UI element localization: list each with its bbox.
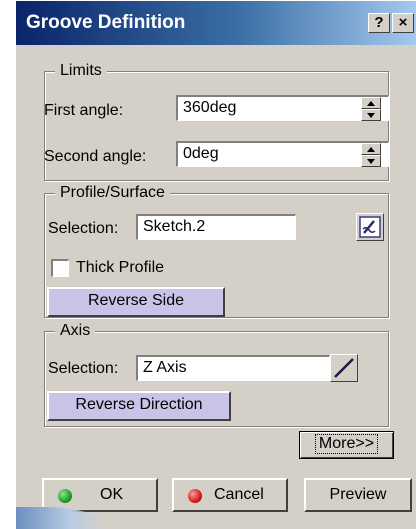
arrow-down-icon <box>367 159 375 164</box>
spin-up-button[interactable] <box>361 143 381 155</box>
first-angle-spinner[interactable] <box>361 97 381 121</box>
spin-down-button[interactable] <box>361 109 381 121</box>
more-button-label: More>> <box>314 434 379 454</box>
spin-down-button[interactable] <box>361 155 381 167</box>
profile-surface-legend: Profile/Surface <box>55 183 170 203</box>
cancel-dot-icon <box>188 489 202 503</box>
cancel-button[interactable]: Cancel <box>172 478 288 512</box>
profile-selection-label: Selection: <box>48 220 119 237</box>
ok-dot-icon <box>58 489 72 503</box>
close-button[interactable]: × <box>392 13 414 33</box>
ok-label: OK <box>100 486 124 503</box>
groove-definition-dialog: Groove Definition ? × Limits First angle… <box>14 0 416 529</box>
first-angle-label: First angle: <box>44 102 124 119</box>
second-angle-label: Second angle: <box>44 148 147 165</box>
limits-legend: Limits <box>55 61 107 81</box>
axis-legend: Axis <box>55 321 96 341</box>
more-button[interactable]: More>> <box>299 431 394 459</box>
spin-up-button[interactable] <box>361 97 381 109</box>
sketch-edit-icon <box>359 216 381 238</box>
profile-selection-field[interactable]: Sketch.2 <box>136 214 296 240</box>
line-axis-icon <box>334 358 354 378</box>
arrow-up-icon <box>367 101 375 106</box>
preview-button[interactable]: Preview <box>304 478 412 512</box>
help-button[interactable]: ? <box>368 13 390 33</box>
thick-profile-checkbox[interactable] <box>51 259 69 277</box>
axis-selection-label: Selection: <box>48 360 119 377</box>
title-bar[interactable]: Groove Definition ? × <box>16 1 416 45</box>
window-title: Groove Definition <box>26 12 186 33</box>
second-angle-field[interactable]: 0deg <box>176 141 389 167</box>
thick-profile-label: Thick Profile <box>76 259 165 276</box>
cancel-label: Cancel <box>214 486 264 503</box>
arrow-down-icon <box>367 113 375 118</box>
reverse-side-button[interactable]: Reverse Side <box>47 287 225 317</box>
sketch-edit-button[interactable] <box>356 213 384 241</box>
axis-select-button[interactable] <box>330 354 358 382</box>
first-angle-field[interactable]: 360deg <box>176 95 389 121</box>
reverse-direction-button[interactable]: Reverse Direction <box>47 391 231 421</box>
axis-selection-field[interactable]: Z Axis <box>136 355 330 381</box>
arrow-up-icon <box>367 147 375 152</box>
second-angle-spinner[interactable] <box>361 143 381 167</box>
